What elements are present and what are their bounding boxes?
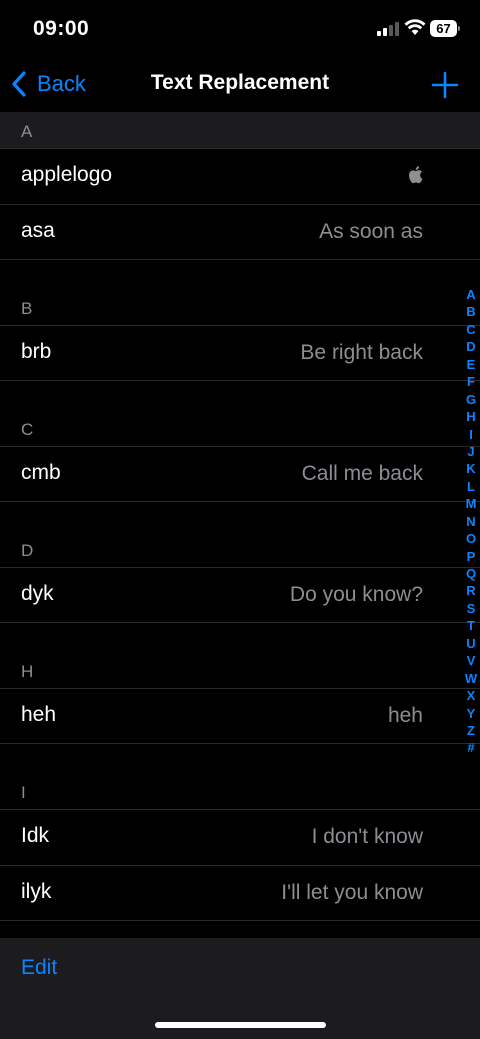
phrase-text: Do you know? <box>289 583 423 606</box>
shortcut-text: ilyk <box>21 880 52 903</box>
list-item-asa[interactable]: asa As soon as <box>0 204 480 260</box>
index-letter-f[interactable]: F <box>462 373 480 390</box>
index-letter-l[interactable]: L <box>462 478 480 495</box>
apple-logo-icon <box>408 166 423 184</box>
cellular-signal-icon <box>377 22 399 36</box>
navigation-bar: Back Text Replacement <box>0 56 480 112</box>
shortcut-text: applelogo <box>21 163 113 186</box>
shortcut-text: asa <box>21 219 55 242</box>
bottom-toolbar: Edit <box>0 938 480 1039</box>
index-letter-h[interactable]: H <box>462 408 480 425</box>
list-item-applelogo[interactable]: applelogo <box>0 148 480 204</box>
section-header-i: I <box>21 783 26 802</box>
index-letter-o[interactable]: O <box>462 530 480 547</box>
index-letter-w[interactable]: W <box>462 670 480 687</box>
home-indicator <box>155 1022 326 1028</box>
battery-icon: 67 <box>430 20 460 37</box>
section-header-d: D <box>21 541 34 560</box>
phrase-text: As soon as <box>319 220 423 243</box>
phrase-text: Call me back <box>301 462 423 485</box>
phrase-text: I'll let you know <box>281 881 423 904</box>
index-letter-e[interactable]: E <box>462 356 480 373</box>
index-letter-a[interactable]: A <box>462 286 480 303</box>
index-letter-p[interactable]: P <box>462 548 480 565</box>
index-letter-n[interactable]: N <box>462 513 480 530</box>
list-item-idk[interactable]: Idk I don't know <box>0 809 480 865</box>
list-item-cmb[interactable]: cmb Call me back <box>0 446 480 502</box>
wifi-icon <box>404 19 426 35</box>
section-header-a: A <box>0 112 480 148</box>
index-letter-c[interactable]: C <box>462 321 480 338</box>
shortcut-text: brb <box>21 340 52 363</box>
status-time: 09:00 <box>33 17 90 40</box>
shortcut-text: Idk <box>21 824 50 847</box>
index-letter-d[interactable]: D <box>462 338 480 355</box>
shortcut-text: heh <box>21 703 57 726</box>
index-letter-t[interactable]: T <box>462 617 480 634</box>
index-letter-hash[interactable]: # <box>462 739 480 756</box>
page-title: Text Replacement <box>150 71 330 94</box>
list-item-ilyk[interactable]: ilyk I'll let you know <box>0 865 480 921</box>
index-letter-m[interactable]: M <box>462 495 480 512</box>
index-letter-z[interactable]: Z <box>462 722 480 739</box>
section-header-c: C <box>21 420 34 439</box>
index-letter-y[interactable]: Y <box>462 705 480 722</box>
index-letter-g[interactable]: G <box>462 391 480 408</box>
edit-button[interactable]: Edit <box>21 956 57 980</box>
index-letter-s[interactable]: S <box>462 600 480 617</box>
phrase-text: I don't know <box>311 825 423 848</box>
battery-level: 67 <box>430 20 457 37</box>
list-item-dyk[interactable]: dyk Do you know? <box>0 567 480 623</box>
plus-icon[interactable] <box>430 70 460 100</box>
index-letter-x[interactable]: X <box>462 687 480 704</box>
index-letter-k[interactable]: K <box>462 460 480 477</box>
list-item-brb[interactable]: brb Be right back <box>0 325 480 381</box>
section-header-b: B <box>21 299 33 318</box>
section-header-h: H <box>21 662 34 681</box>
index-letter-r[interactable]: R <box>462 582 480 599</box>
index-letter-q[interactable]: Q <box>462 565 480 582</box>
index-letter-i[interactable]: I <box>462 426 480 443</box>
phrase-text: Be right back <box>300 341 423 364</box>
shortcut-text: cmb <box>21 461 61 484</box>
index-letter-j[interactable]: J <box>462 443 480 460</box>
section-index-bar[interactable]: A B C D E F G H I J K L M N O P Q R S T U V W X Y Z # <box>462 286 480 757</box>
shortcut-text: dyk <box>21 582 54 605</box>
text-replacement-list: A applelogo asa As soon as B brb Be righ… <box>0 112 480 921</box>
list-item-heh[interactable]: heh heh <box>0 688 480 744</box>
index-letter-v[interactable]: V <box>462 652 480 669</box>
status-bar: 09:00 67 <box>0 0 480 56</box>
phrase-text: heh <box>387 704 423 727</box>
index-letter-u[interactable]: U <box>462 635 480 652</box>
index-letter-b[interactable]: B <box>462 303 480 320</box>
